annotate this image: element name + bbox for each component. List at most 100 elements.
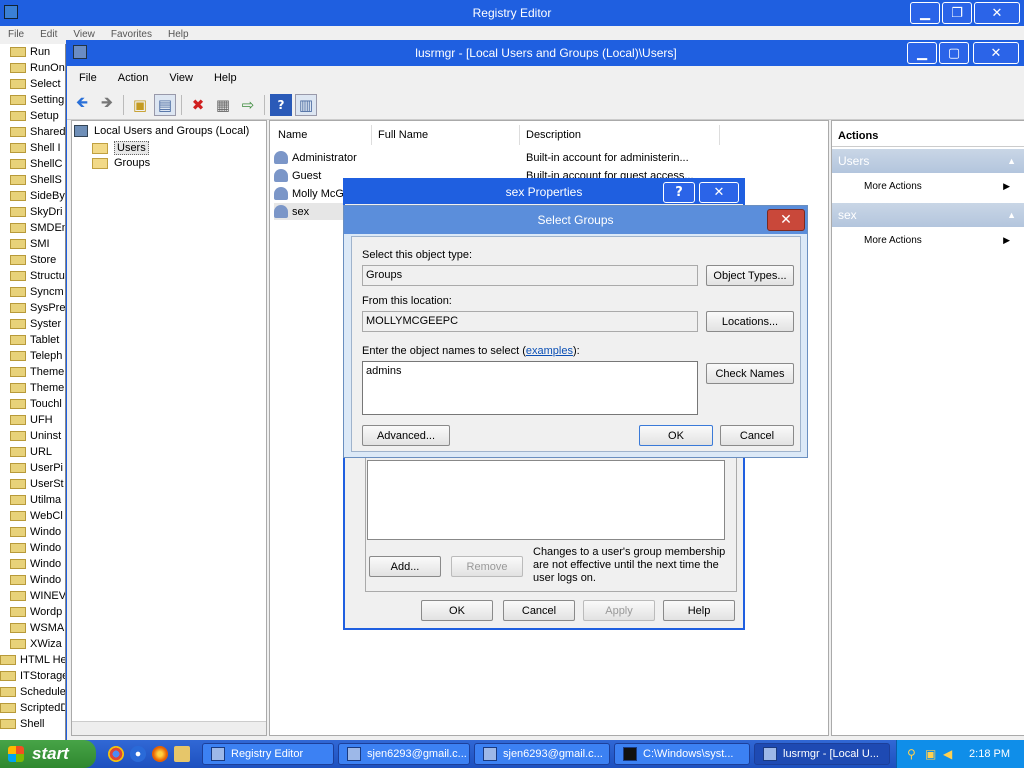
registry-key[interactable]: UserPi: [0, 460, 65, 476]
task-email-2[interactable]: sjen6293@gmail.c...: [474, 743, 610, 765]
remove-button[interactable]: Remove: [451, 556, 523, 577]
menu-view[interactable]: View: [157, 72, 202, 84]
close-icon[interactable]: ✕: [974, 2, 1020, 24]
column-header-full-name[interactable]: Full Name: [372, 125, 520, 145]
registry-key[interactable]: SysPre: [0, 300, 65, 316]
registry-key[interactable]: Uninst: [0, 428, 65, 444]
close-icon[interactable]: ✕: [767, 209, 805, 231]
task-registry-editor[interactable]: Registry Editor: [202, 743, 334, 765]
registry-key[interactable]: Windo: [0, 572, 65, 588]
registry-key[interactable]: UserSt: [0, 476, 65, 492]
apply-button[interactable]: Apply: [583, 600, 655, 621]
show-hide-action-pane-icon[interactable]: ▥: [295, 93, 317, 116]
export-list-icon[interactable]: ⇨: [237, 94, 259, 116]
firefox-icon[interactable]: [152, 746, 168, 762]
actions-section-users[interactable]: Users ▲: [832, 149, 1024, 173]
menu-edit[interactable]: Edit: [32, 26, 65, 44]
object-names-input[interactable]: admins: [362, 361, 698, 415]
task-email-1[interactable]: sjen6293@gmail.c...: [338, 743, 470, 765]
properties-titlebar[interactable]: sex Properties ? ✕: [345, 180, 743, 204]
tree-item-users[interactable]: Users: [92, 141, 149, 155]
registry-key[interactable]: URL: [0, 444, 65, 460]
registry-key[interactable]: Utilma: [0, 492, 65, 508]
check-names-button[interactable]: Check Names: [706, 363, 794, 384]
tree-item-groups[interactable]: Groups: [92, 157, 150, 169]
registry-key[interactable]: UFH: [0, 412, 65, 428]
registry-key[interactable]: Syster: [0, 316, 65, 332]
volume-icon[interactable]: ◀: [943, 747, 957, 761]
locations-button[interactable]: Locations...: [706, 311, 794, 332]
member-of-listbox[interactable]: [367, 460, 725, 540]
registry-key[interactable]: SkyDri: [0, 204, 65, 220]
tree-root[interactable]: Local Users and Groups (Local): [74, 125, 249, 137]
registry-key[interactable]: Shared: [0, 124, 65, 140]
ok-button[interactable]: OK: [639, 425, 713, 446]
search-icon[interactable]: ⚲: [907, 747, 921, 761]
registry-key[interactable]: Tablet: [0, 332, 65, 348]
registry-key[interactable]: Shell I: [0, 140, 65, 156]
task-lusrmgr[interactable]: lusrmgr - [Local U...: [754, 743, 890, 765]
registry-key[interactable]: Touchl: [0, 396, 65, 412]
cancel-button[interactable]: Cancel: [503, 600, 575, 621]
minimize-icon[interactable]: ▁: [910, 2, 940, 24]
registry-key[interactable]: Wordp: [0, 604, 65, 620]
column-header-description[interactable]: Description: [520, 125, 720, 145]
back-arrow-icon[interactable]: 🡸: [71, 93, 93, 116]
registry-key[interactable]: SMI: [0, 236, 65, 252]
registry-editor-titlebar[interactable]: Registry Editor ▁ ❐ ✕: [0, 0, 1024, 26]
registry-key[interactable]: Store: [0, 252, 65, 268]
actions-section-sex[interactable]: sex ▲: [832, 203, 1024, 227]
registry-key[interactable]: XWiza: [0, 636, 65, 652]
select-groups-titlebar[interactable]: Select Groups: [344, 206, 807, 234]
registry-key[interactable]: ShellS: [0, 172, 65, 188]
cancel-button[interactable]: Cancel: [720, 425, 794, 446]
registry-key[interactable]: HTML Hel: [0, 652, 65, 668]
help-question-icon[interactable]: ?: [663, 182, 695, 203]
menu-help[interactable]: Help: [202, 72, 246, 84]
registry-key[interactable]: WebCl: [0, 508, 65, 524]
clock[interactable]: 2:18 PM: [969, 748, 1010, 760]
object-types-button[interactable]: Object Types...: [706, 265, 794, 286]
registry-key-tree[interactable]: Run RunOn Select Setting Setup Shared Shell I S…: [0, 44, 66, 740]
table-row[interactable]: Guest: [274, 167, 321, 184]
registry-key[interactable]: Select: [0, 76, 65, 92]
registry-key[interactable]: WINEV: [0, 588, 65, 604]
examples-link[interactable]: examples: [526, 345, 573, 357]
registry-key[interactable]: Structu: [0, 268, 65, 284]
registry-key[interactable]: ScriptedD: [0, 700, 65, 716]
registry-key[interactable]: Setting: [0, 92, 65, 108]
ok-button[interactable]: OK: [421, 600, 493, 621]
network-icon[interactable]: ▣: [925, 747, 939, 761]
collapse-caret-icon[interactable]: ▲: [1007, 210, 1016, 220]
up-folder-icon[interactable]: ▣: [129, 94, 151, 116]
registry-key[interactable]: WSMA: [0, 620, 65, 636]
menu-file[interactable]: File: [0, 26, 32, 44]
registry-key[interactable]: Theme: [0, 364, 65, 380]
tree-horizontal-scrollbar[interactable]: [72, 721, 266, 735]
registry-key[interactable]: Scheduled: [0, 684, 65, 700]
minimize-icon[interactable]: ▁: [907, 42, 937, 64]
close-icon[interactable]: ✕: [699, 182, 739, 203]
collapse-caret-icon[interactable]: ▲: [1007, 156, 1016, 166]
menu-file[interactable]: File: [67, 72, 106, 84]
column-header-name[interactable]: Name: [272, 125, 372, 145]
delete-icon[interactable]: ✖: [187, 94, 209, 116]
explorer-folder-icon[interactable]: [174, 746, 190, 762]
forward-arrow-icon[interactable]: 🡺: [96, 93, 118, 116]
registry-key[interactable]: Theme: [0, 380, 65, 396]
registry-key[interactable]: Windo: [0, 524, 65, 540]
registry-key[interactable]: RunOn: [0, 60, 65, 76]
chrome-icon[interactable]: [108, 746, 124, 762]
registry-key[interactable]: Syncm: [0, 284, 65, 300]
registry-key[interactable]: ShellC: [0, 156, 65, 172]
help-button[interactable]: Help: [663, 600, 735, 621]
maximize-icon[interactable]: ▢: [939, 42, 969, 64]
show-hide-tree-icon[interactable]: ▤: [154, 93, 176, 116]
table-row[interactable]: sex: [274, 203, 344, 220]
registry-key[interactable]: ITStorage: [0, 668, 65, 684]
add-button[interactable]: Add...: [369, 556, 441, 577]
task-cmd[interactable]: C:\Windows\syst...: [614, 743, 750, 765]
more-actions-sex[interactable]: More Actions ▶: [864, 231, 1014, 249]
browser-icon[interactable]: [130, 746, 146, 762]
registry-key[interactable]: SideBy: [0, 188, 65, 204]
